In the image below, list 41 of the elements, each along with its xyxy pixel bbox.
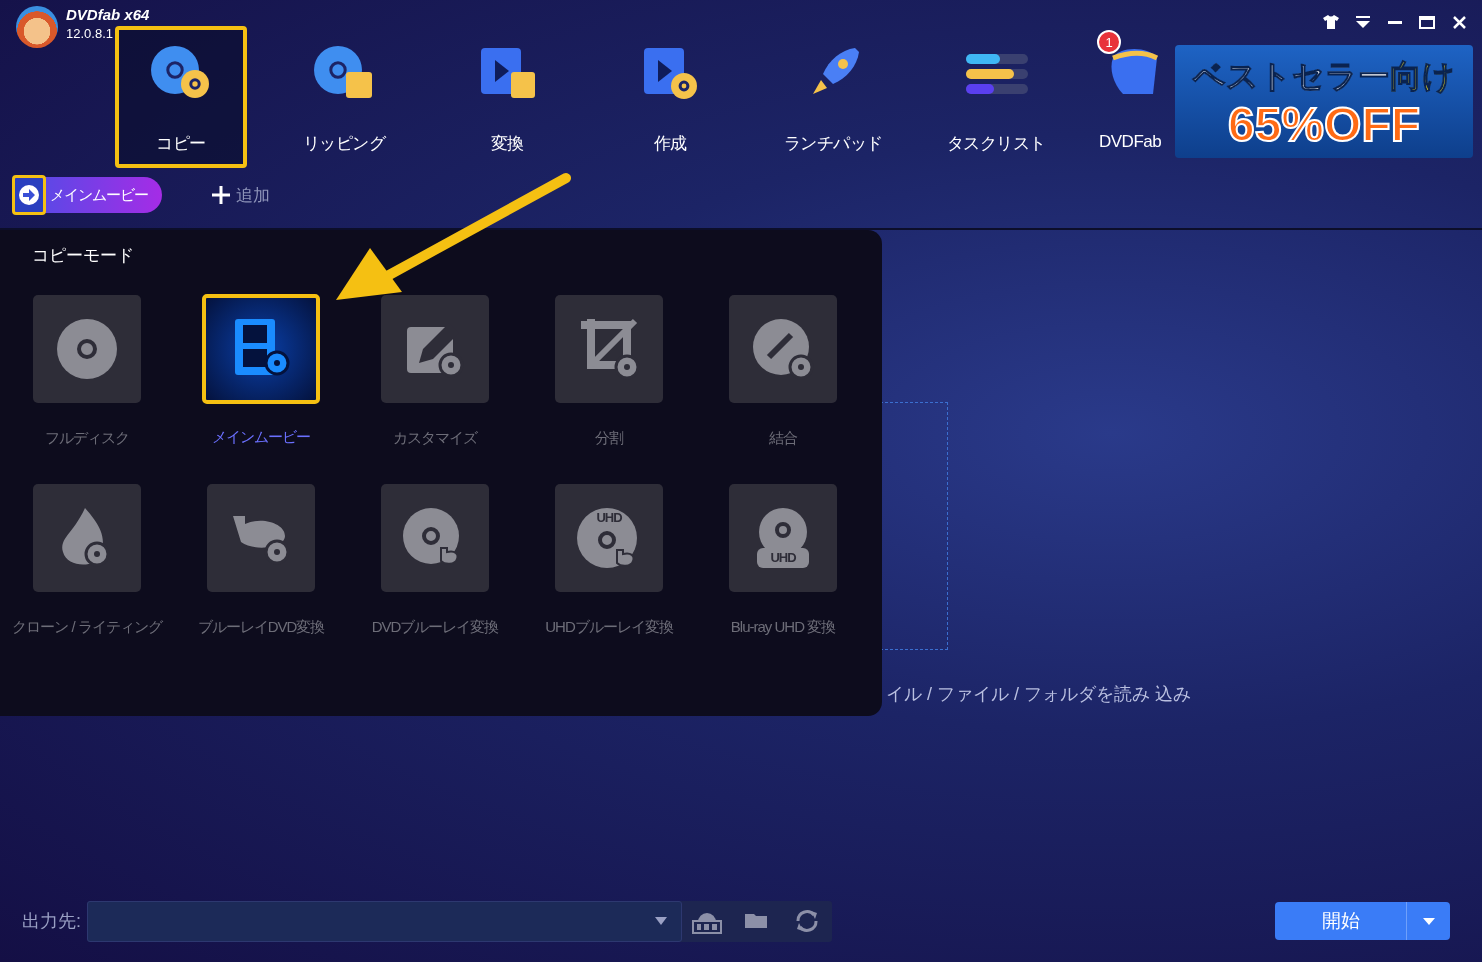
copy-mode-option[interactable]: フルディスク bbox=[5, 295, 169, 448]
copy-mode-option[interactable]: DVDブルーレイ変換 bbox=[353, 484, 517, 637]
copy-mode-option[interactable]: 分割 bbox=[527, 295, 691, 448]
nav-tab[interactable]: 作成 bbox=[604, 26, 736, 168]
panel-title: コピーモード bbox=[32, 245, 134, 267]
nav-tab[interactable]: 変換 bbox=[441, 26, 573, 168]
notification-badge: 1 bbox=[1097, 30, 1121, 54]
nav-tab[interactable]: コピー bbox=[115, 26, 247, 168]
menu-icon bbox=[1356, 16, 1370, 28]
drop-hint: イル / ファイル / フォルダを読み 込み bbox=[886, 684, 1191, 704]
close-icon bbox=[1452, 15, 1466, 29]
disc-icon bbox=[55, 317, 119, 381]
output-path-field[interactable] bbox=[87, 900, 682, 942]
copy-mode-option[interactable]: UHD Blu-ray UHD 変換 bbox=[701, 484, 865, 637]
maximize-icon bbox=[1419, 15, 1435, 29]
copy-mode-option[interactable]: クローン / ライティング bbox=[5, 484, 169, 637]
app-version: 12.0.8.1 bbox=[66, 26, 114, 41]
mode-selector[interactable]: メインムービー bbox=[12, 177, 162, 213]
nav-tab[interactable]: リッピング bbox=[278, 26, 410, 168]
app-name: DVDfab x64 bbox=[66, 6, 150, 23]
folder-icon bbox=[745, 912, 769, 930]
copy-mode-option[interactable]: 結合 bbox=[701, 295, 865, 448]
promo-discount: 65%OFF bbox=[1227, 100, 1420, 149]
nav-tab[interactable]: タスクリスト bbox=[930, 26, 1062, 168]
nav-tab[interactable]: ランチパッド bbox=[767, 26, 899, 168]
nav-tab[interactable]: DVDFab 1 bbox=[1093, 26, 1171, 168]
copy-mode-option[interactable]: ブルーレイDVD変換 bbox=[179, 484, 343, 637]
plus-icon bbox=[212, 186, 230, 204]
refresh-icon bbox=[794, 909, 820, 933]
copy-mode-option[interactable]: カスタマイズ bbox=[353, 295, 517, 448]
dropdown-caret-icon bbox=[655, 917, 667, 925]
add-button[interactable]: 追加 bbox=[206, 182, 276, 208]
shirt-icon bbox=[1323, 15, 1339, 29]
promo-headline: ベストセラー向け bbox=[1193, 56, 1455, 96]
caret-icon bbox=[1422, 917, 1435, 925]
minimize-icon bbox=[1388, 20, 1402, 24]
app-logo bbox=[16, 6, 58, 48]
copy-mode-option[interactable]: UHD UHDブルーレイ変換 bbox=[527, 484, 691, 637]
output-label: 出力先: bbox=[22, 910, 81, 933]
skin-button[interactable] bbox=[1322, 12, 1340, 32]
promo-banner[interactable]: ベストセラー向け 65%OFF bbox=[1175, 45, 1473, 158]
